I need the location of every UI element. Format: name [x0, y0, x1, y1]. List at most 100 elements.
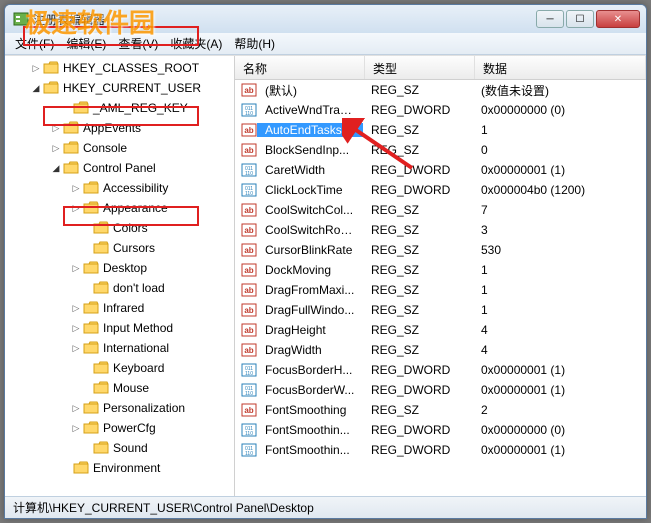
tree-node[interactable]: ▷ Infrared — [5, 298, 234, 318]
col-header-type[interactable]: 类型 — [365, 56, 475, 79]
registry-value-row[interactable]: abDragFullWindo...REG_SZ1 — [235, 300, 646, 320]
tree-node[interactable]: Cursors — [5, 238, 234, 258]
expand-arrow-expanded-icon[interactable]: ◢ — [29, 83, 43, 94]
tree-node[interactable]: _AML_REG_KEY — [5, 98, 234, 118]
svg-text:110: 110 — [245, 191, 253, 197]
menu-edit[interactable]: 编辑(E) — [60, 33, 112, 54]
menu-view[interactable]: 查看(V) — [112, 33, 164, 54]
value-name: DragWidth — [257, 343, 363, 357]
list-pane: 名称 类型 数据 ab(默认)REG_SZ(数值未设置)011110Active… — [235, 56, 646, 496]
registry-value-row[interactable]: abDockMovingREG_SZ1 — [235, 260, 646, 280]
expand-arrow-collapsed-icon[interactable]: ▷ — [29, 63, 43, 74]
expand-arrow-expanded-icon[interactable]: ◢ — [49, 163, 63, 174]
tree-node-label: Colors — [113, 221, 148, 235]
expand-arrow-collapsed-icon[interactable]: ▷ — [49, 143, 63, 154]
tree-node[interactable]: ▷Desktop — [5, 258, 234, 278]
registry-value-row[interactable]: 011110FocusBorderW...REG_DWORD0x00000001… — [235, 380, 646, 400]
tree-node[interactable]: ▷PowerCfg — [5, 418, 234, 438]
expand-arrow-collapsed-icon[interactable]: ▷ — [69, 303, 83, 314]
value-name: FontSmoothin... — [257, 423, 363, 437]
tree-node[interactable]: Environment — [5, 458, 234, 478]
registry-value-row[interactable]: abAutoEndTasksREG_SZ1 — [235, 120, 646, 140]
tree-node[interactable]: Sound — [5, 438, 234, 458]
close-button[interactable]: ✕ — [596, 10, 640, 28]
col-header-name[interactable]: 名称 — [235, 56, 365, 79]
registry-value-row[interactable]: 011110ActiveWndTrac...REG_DWORD0x0000000… — [235, 100, 646, 120]
registry-value-row[interactable]: 011110CaretWidthREG_DWORD0x00000001 (1) — [235, 160, 646, 180]
registry-value-row[interactable]: abCoolSwitchRowsREG_SZ3 — [235, 220, 646, 240]
tree-node[interactable]: Keyboard — [5, 358, 234, 378]
folder-icon — [43, 61, 59, 75]
string-value-icon: ab — [241, 402, 257, 418]
folder-icon — [73, 461, 89, 475]
expand-arrow-collapsed-icon[interactable]: ▷ — [69, 183, 83, 194]
registry-value-row[interactable]: 011110FocusBorderH...REG_DWORD0x00000001… — [235, 360, 646, 380]
expand-arrow-collapsed-icon[interactable]: ▷ — [69, 343, 83, 354]
expand-arrow-collapsed-icon[interactable]: ▷ — [69, 403, 83, 414]
tree-node[interactable]: ◢Control Panel — [5, 158, 234, 178]
minimize-button[interactable]: ─ — [536, 10, 564, 28]
tree-node-label: Keyboard — [113, 361, 164, 375]
tree-node[interactable]: ▷ International — [5, 338, 234, 358]
registry-value-row[interactable]: 011110ClickLockTimeREG_DWORD0x000004b0 (… — [235, 180, 646, 200]
list-body[interactable]: ab(默认)REG_SZ(数值未设置)011110ActiveWndTrac..… — [235, 80, 646, 496]
registry-value-row[interactable]: abBlockSendInp...REG_SZ0 — [235, 140, 646, 160]
registry-value-row[interactable]: abCursorBlinkRateREG_SZ530 — [235, 240, 646, 260]
string-value-icon: ab — [241, 262, 257, 278]
registry-value-row[interactable]: 011110FontSmoothin...REG_DWORD0x00000001… — [235, 440, 646, 460]
tree-node[interactable]: ◢HKEY_CURRENT_USER — [5, 78, 234, 98]
value-type: REG_SZ — [363, 123, 473, 137]
expand-arrow-collapsed-icon[interactable]: ▷ — [69, 323, 83, 334]
folder-icon — [83, 421, 99, 435]
expand-arrow-collapsed-icon[interactable]: ▷ — [49, 123, 63, 134]
value-type: REG_SZ — [363, 223, 473, 237]
registry-value-row[interactable]: abCoolSwitchCol...REG_SZ7 — [235, 200, 646, 220]
registry-value-row[interactable]: 011110FontSmoothin...REG_DWORD0x00000000… — [235, 420, 646, 440]
svg-text:ab: ab — [244, 286, 253, 295]
registry-value-row[interactable]: abDragFromMaxi...REG_SZ1 — [235, 280, 646, 300]
titlebar[interactable]: 注册表编辑器 ─ ☐ ✕ — [5, 5, 646, 33]
expand-arrow-collapsed-icon[interactable]: ▷ — [69, 423, 83, 434]
menu-favorites[interactable]: 收藏夹(A) — [164, 33, 228, 54]
registry-value-row[interactable]: abFontSmoothingREG_SZ2 — [235, 400, 646, 420]
content-area: ▷HKEY_CLASSES_ROOT◢HKEY_CURRENT_USER_AML… — [5, 55, 646, 496]
menu-help[interactable]: 帮助(H) — [228, 33, 281, 54]
tree-node[interactable]: ▷Accessibility — [5, 178, 234, 198]
value-data: 4 — [473, 323, 646, 337]
value-data: 0x00000000 (0) — [473, 423, 646, 437]
tree-node-label: International — [103, 341, 169, 355]
value-name: CoolSwitchRows — [257, 223, 363, 237]
value-data: 0x00000000 (0) — [473, 103, 646, 117]
value-name: FontSmoothin... — [257, 443, 363, 457]
tree-node[interactable]: ▷HKEY_CLASSES_ROOT — [5, 58, 234, 78]
tree-node[interactable]: ▷Console — [5, 138, 234, 158]
tree-node[interactable]: ▷Appearance — [5, 198, 234, 218]
tree-node[interactable]: ▷Personalization — [5, 398, 234, 418]
tree-node[interactable]: ▷AppEvents — [5, 118, 234, 138]
value-type: REG_DWORD — [363, 103, 473, 117]
col-header-data[interactable]: 数据 — [475, 56, 646, 79]
registry-value-row[interactable]: abDragWidthREG_SZ4 — [235, 340, 646, 360]
tree-node-label: Infrared — [103, 301, 144, 315]
folder-icon — [63, 161, 79, 175]
menu-file[interactable]: 文件(F) — [9, 33, 60, 54]
tree-node[interactable]: Mouse — [5, 378, 234, 398]
value-name: CoolSwitchCol... — [257, 203, 363, 217]
maximize-button[interactable]: ☐ — [566, 10, 594, 28]
tree-node[interactable]: ▷ Input Method — [5, 318, 234, 338]
registry-value-row[interactable]: abDragHeightREG_SZ4 — [235, 320, 646, 340]
window-title: 注册表编辑器 — [33, 11, 536, 28]
folder-icon — [63, 141, 79, 155]
value-name: (默认) — [257, 82, 363, 99]
tree-node[interactable]: don't load — [5, 278, 234, 298]
tree-node[interactable]: Colors — [5, 218, 234, 238]
value-name: DockMoving — [257, 263, 363, 277]
folder-icon — [83, 201, 99, 215]
tree-node-label: Sound — [113, 441, 148, 455]
svg-text:ab: ab — [244, 326, 253, 335]
expand-arrow-collapsed-icon[interactable]: ▷ — [69, 203, 83, 214]
registry-value-row[interactable]: ab(默认)REG_SZ(数值未设置) — [235, 80, 646, 100]
tree-node-label: Input Method — [103, 321, 173, 335]
tree-pane[interactable]: ▷HKEY_CLASSES_ROOT◢HKEY_CURRENT_USER_AML… — [5, 56, 235, 496]
expand-arrow-collapsed-icon[interactable]: ▷ — [69, 263, 83, 274]
